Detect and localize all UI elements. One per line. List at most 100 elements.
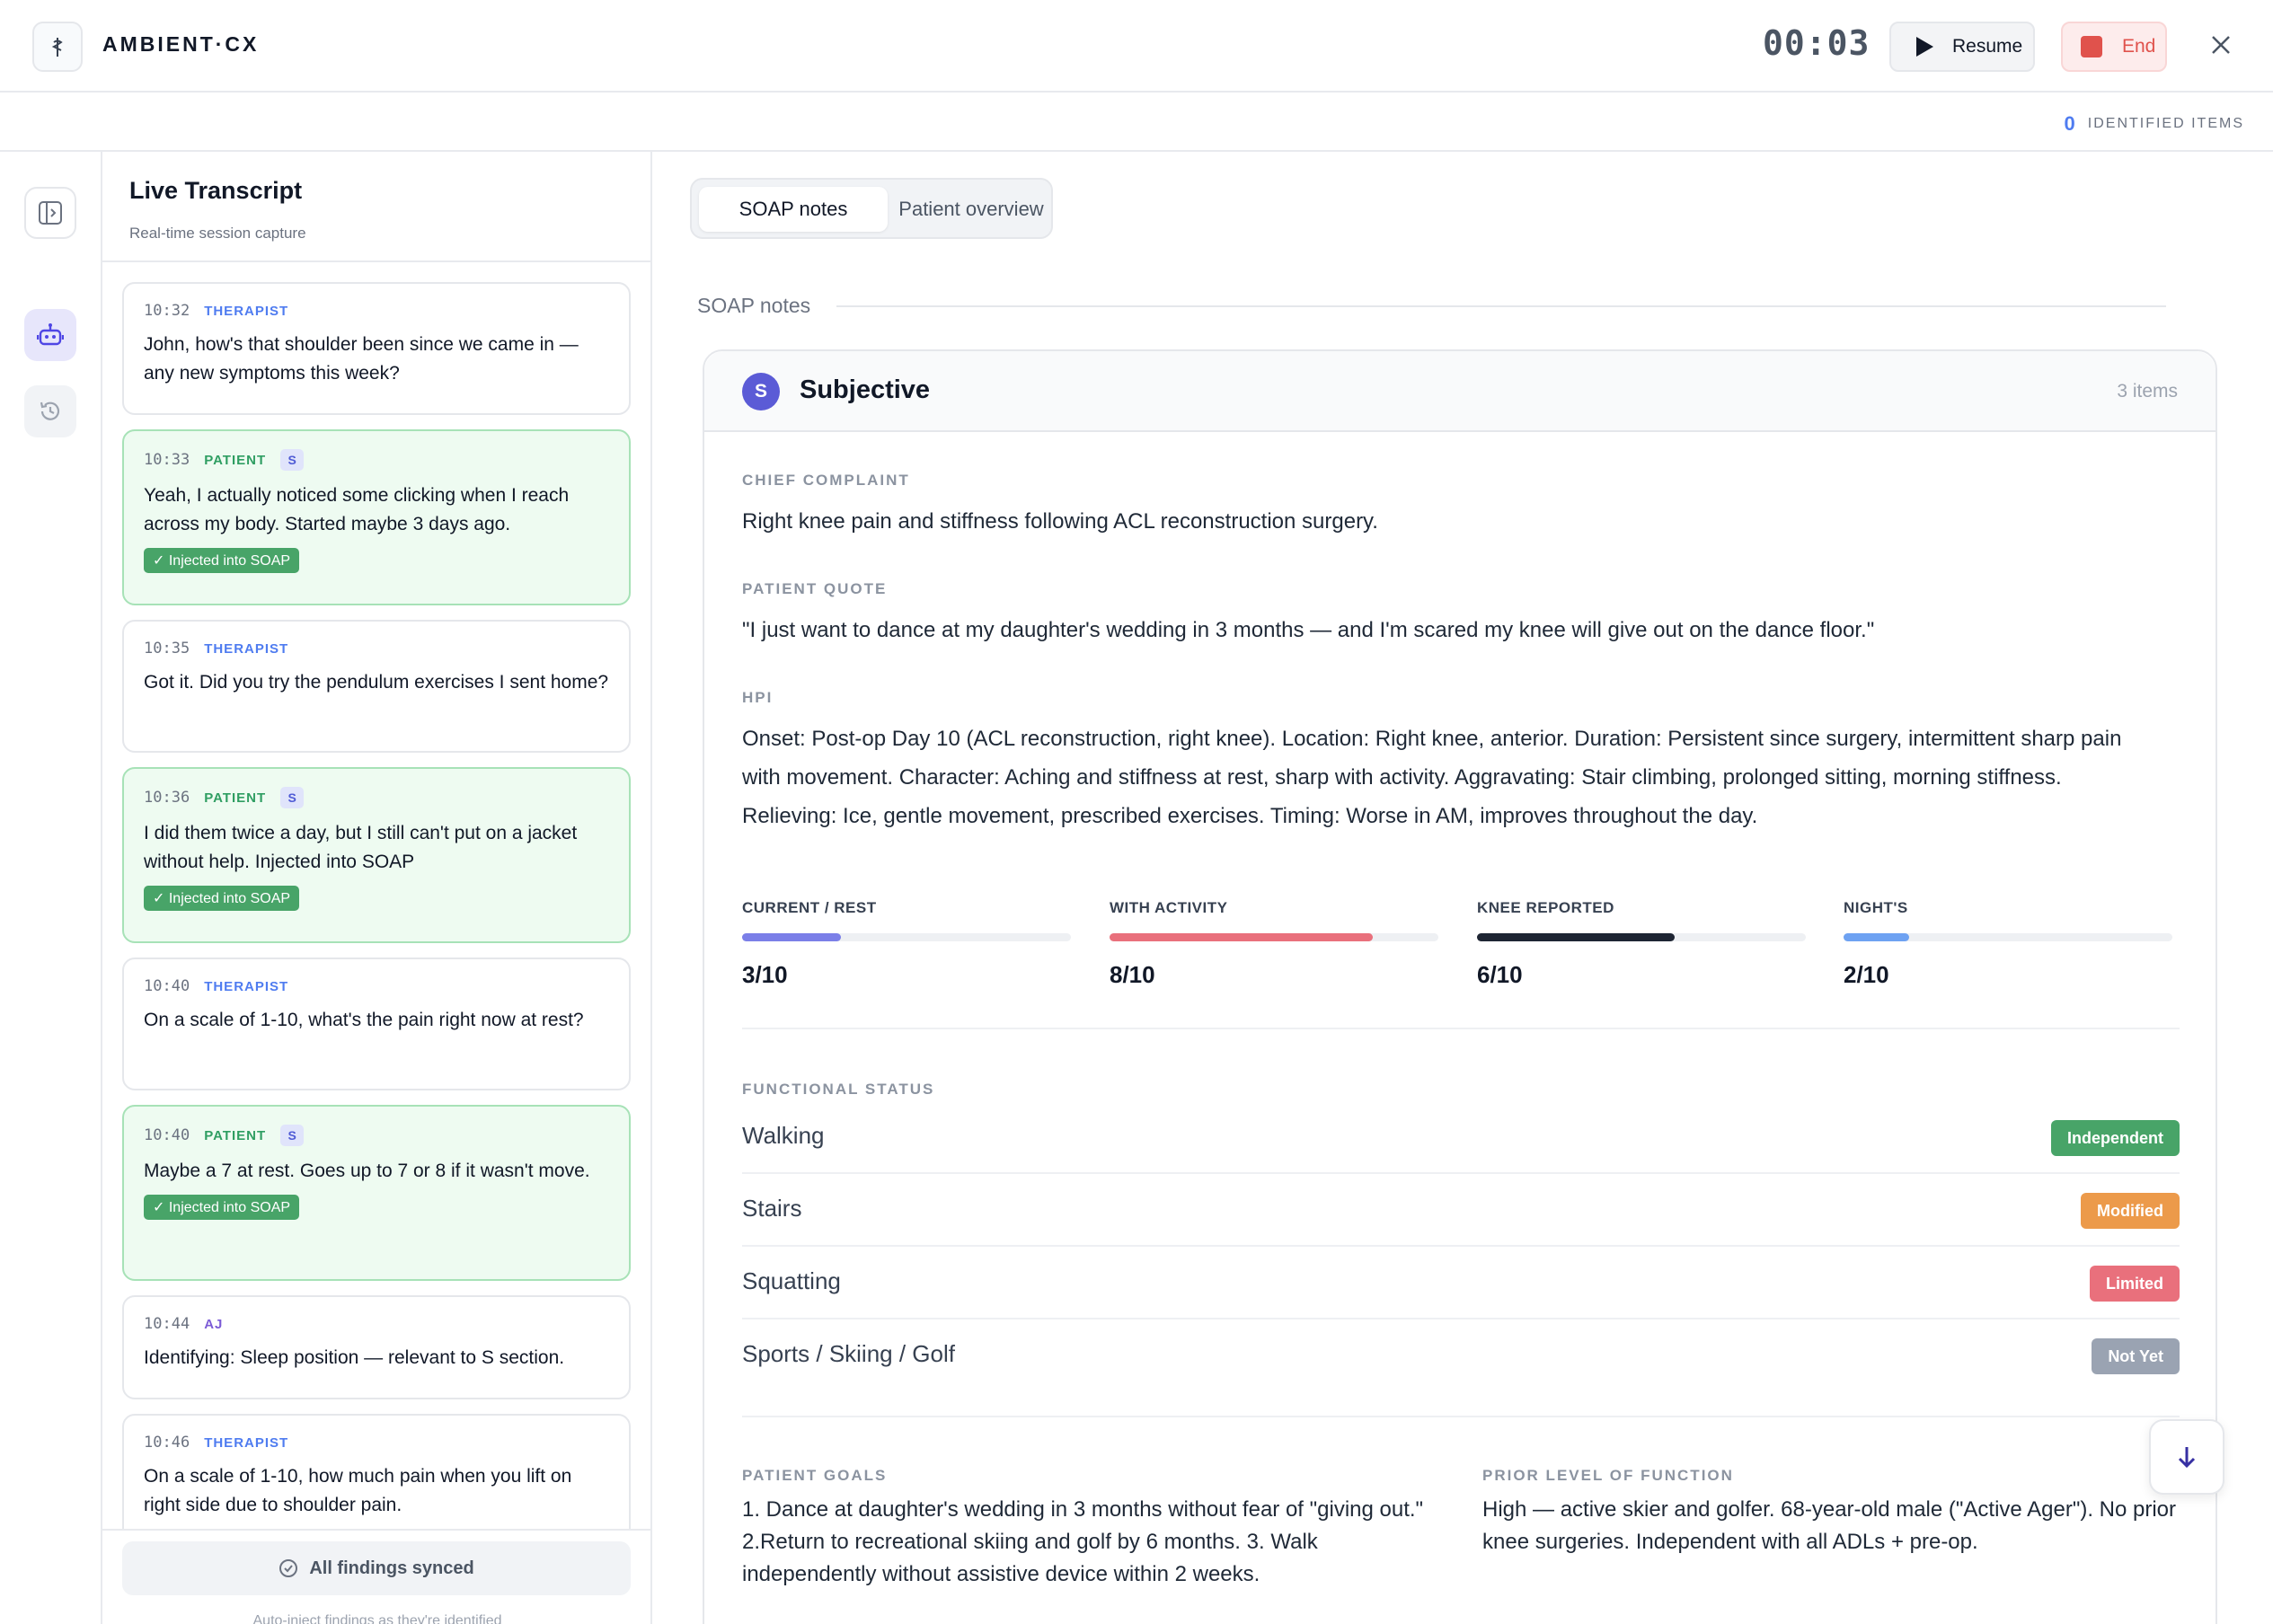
section-divider — [836, 305, 2166, 307]
history-icon — [40, 402, 60, 420]
message-role: THERAPIST — [204, 640, 289, 657]
message-time: 10:36 — [144, 789, 190, 807]
functional-status-row: Squatting Limited — [742, 1248, 2180, 1320]
message-text: I did them twice a day, but I still can'… — [144, 823, 578, 872]
message-role: THERAPIST — [204, 1434, 289, 1451]
activity-name: Walking — [742, 1122, 825, 1149]
footer-note: Auto-inject findings as they're identifi… — [252, 1613, 502, 1624]
section-label: SOAP notes — [697, 294, 811, 317]
pain-metric-label: CURRENT / REST — [742, 899, 877, 916]
card-title: Subjective — [800, 375, 931, 404]
pain-bar-track — [1844, 933, 2172, 941]
message-time: 10:40 — [144, 977, 190, 995]
stop-icon — [2081, 36, 2102, 57]
message-role: PATIENT — [204, 452, 267, 468]
pain-metric-value: 6/10 — [1477, 961, 1523, 988]
pain-bar-track — [1110, 933, 1438, 941]
message-time: 10:33 — [144, 451, 190, 469]
sub-header: 0 IDENTIFIED ITEMS — [0, 93, 2273, 152]
resume-button[interactable]: Resume — [1889, 22, 2035, 72]
transcript-message[interactable]: 10:36 PATIENT S I did them twice a day, … — [122, 767, 631, 943]
message-time: 10:46 — [144, 1434, 190, 1452]
patient-goals-label: PATIENT GOALS — [742, 1467, 888, 1484]
card-item-count: 3 items — [2117, 381, 2178, 402]
message-time: 10:44 — [144, 1315, 190, 1333]
soap-section-chip: S — [280, 787, 305, 808]
soap-section-chip: S — [280, 1125, 305, 1146]
close-button[interactable] — [2203, 27, 2239, 63]
hpi-label: HPI — [742, 689, 774, 706]
transcript-message[interactable]: 10:44 AJ Identifying: Sleep position — r… — [122, 1295, 631, 1399]
resume-label: Resume — [1952, 36, 2023, 57]
transcript-footer: All findings synced Auto-inject findings… — [102, 1529, 650, 1624]
message-time: 10:40 — [144, 1126, 190, 1144]
sync-status-button[interactable]: All findings synced — [122, 1541, 631, 1595]
message-role: THERAPIST — [204, 303, 289, 319]
message-text: On a scale of 1-10, how much pain when y… — [144, 1466, 572, 1515]
divider — [742, 1416, 2180, 1417]
subjective-card-header[interactable]: S Subjective 3 items — [704, 351, 2216, 432]
subjective-card: S Subjective 3 items CHIEF COMPLAINT Rig… — [703, 349, 2217, 1624]
pain-metric-label: NIGHT'S — [1844, 899, 1908, 916]
identified-label: IDENTIFIED ITEMS — [2087, 116, 2244, 131]
transcript-message[interactable]: 10:33 PATIENT S Yeah, I actually noticed… — [122, 429, 631, 605]
transcript-message[interactable]: 10:40 PATIENT S Maybe a 7 at rest. Goes … — [122, 1105, 631, 1281]
pain-metric: CURRENT / REST 3/10 — [742, 899, 1071, 989]
end-button[interactable]: End — [2061, 22, 2167, 72]
message-role: THERAPIST — [204, 978, 289, 994]
transcript-message[interactable]: 10:40 THERAPIST On a scale of 1-10, what… — [122, 958, 631, 1090]
message-text: Maybe a 7 at rest. Goes up to 7 or 8 if … — [144, 1161, 590, 1181]
play-icon — [1916, 37, 1933, 57]
assistant-button[interactable] — [24, 309, 76, 361]
message-text: Yeah, I actually noticed some clicking w… — [144, 485, 570, 534]
injected-badge: ✓ Injected into SOAP — [144, 548, 300, 573]
pain-metric: WITH ACTIVITY 8/10 — [1110, 899, 1438, 989]
identified-items: 0 IDENTIFIED ITEMS — [2065, 112, 2244, 136]
brand-name: AMBIENT·CX — [102, 32, 260, 56]
message-time: 10:35 — [144, 640, 190, 658]
message-text: John, how's that shoulder been since we … — [144, 334, 579, 384]
pain-bar-track — [1477, 933, 1806, 941]
message-text: On a scale of 1-10, what's the pain righ… — [144, 1010, 584, 1030]
chief-complaint-text: Right knee pain and stiffness following … — [742, 509, 1378, 534]
scroll-down-button[interactable] — [2149, 1419, 2224, 1495]
status-badge: Independent — [2051, 1120, 2180, 1156]
functional-status-row: Walking Independent — [742, 1102, 2180, 1174]
status-badge: Modified — [2081, 1193, 2180, 1229]
pain-metric: NIGHT'S 2/10 — [1844, 899, 2172, 989]
injected-badge: ✓ Injected into SOAP — [144, 1195, 300, 1220]
transcript-message[interactable]: 10:46 THERAPIST On a scale of 1-10, how … — [122, 1414, 631, 1547]
tab-soap-notes[interactable]: SOAP notes — [699, 187, 888, 232]
message-role: PATIENT — [204, 790, 267, 806]
toggle-sidebar-button[interactable] — [24, 187, 76, 239]
tab-patient-overview[interactable]: Patient overview — [895, 187, 1048, 232]
session-timer: 00:03 — [1763, 23, 1871, 63]
pain-metric-value: 8/10 — [1110, 961, 1155, 988]
arrow-down-icon — [2178, 1447, 2196, 1469]
transcript-message[interactable]: 10:35 THERAPIST Got it. Did you try the … — [122, 620, 631, 753]
patient-goals-text: 1. Dance at daughter's wedding in 3 mont… — [742, 1497, 1424, 1586]
robot-icon — [37, 323, 64, 346]
transcript-panel: Live Transcript Real-time session captur… — [102, 152, 652, 1624]
pain-metric-label: WITH ACTIVITY — [1110, 899, 1228, 916]
history-button[interactable] — [24, 385, 76, 437]
functional-status-row: Sports / Skiing / Golf Not Yet — [742, 1320, 2180, 1392]
transcript-list[interactable]: 10:32 THERAPIST John, how's that shoulde… — [122, 282, 631, 1561]
close-icon — [2212, 36, 2230, 54]
message-role: AJ — [204, 1316, 224, 1332]
activity-name: Squatting — [742, 1267, 841, 1294]
status-badge: Not Yet — [2092, 1338, 2180, 1374]
prior-function-label: PRIOR LEVEL OF FUNCTION — [1482, 1467, 1734, 1484]
chief-complaint-label: CHIEF COMPLAINT — [742, 472, 910, 489]
sync-status-label: All findings synced — [309, 1558, 474, 1578]
top-bar: AMBIENT·CX 00:03 Resume End — [0, 0, 2273, 93]
transcript-message[interactable]: 10:32 THERAPIST John, how's that shoulde… — [122, 282, 631, 415]
message-time: 10:32 — [144, 302, 190, 320]
functional-status-label: FUNCTIONAL STATUS — [742, 1081, 935, 1098]
activity-name: Stairs — [742, 1195, 802, 1222]
patient-quote-text: "I just want to dance at my daughter's w… — [742, 618, 1875, 642]
transcript-header: Live Transcript Real-time session captur… — [102, 152, 650, 262]
pain-metric: KNEE REPORTED 6/10 — [1477, 899, 1806, 989]
check-circle-icon — [279, 1559, 298, 1577]
app-logo[interactable] — [32, 22, 83, 72]
